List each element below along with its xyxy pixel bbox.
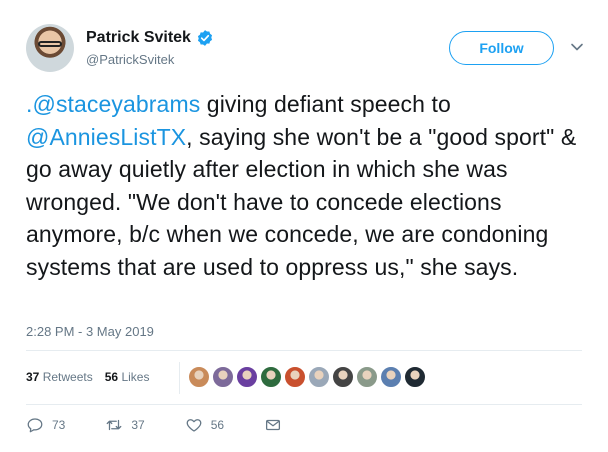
retweets-label: Retweets (42, 370, 93, 384)
stats-separator (179, 362, 180, 394)
author-name-row: Patrick Svitek (86, 29, 214, 47)
follow-button[interactable]: Follow (449, 31, 554, 65)
author-name[interactable]: Patrick Svitek (86, 29, 191, 47)
author-avatar[interactable] (26, 24, 74, 72)
liker-avatar[interactable] (212, 366, 234, 388)
liker-avatar[interactable] (404, 366, 426, 388)
liker-avatar[interactable] (260, 366, 282, 388)
liker-avatar[interactable] (284, 366, 306, 388)
liker-avatar[interactable] (236, 366, 258, 388)
retweet-action[interactable]: 37 (105, 416, 145, 434)
direct-message-action[interactable] (264, 416, 282, 434)
liker-avatar[interactable] (308, 366, 330, 388)
author-handle[interactable]: @PatrickSvitek (86, 52, 174, 67)
retweets-stat[interactable]: 37 Retweets (26, 370, 93, 384)
likes-label: Likes (121, 370, 150, 384)
tweet-card: Patrick Svitek @PatrickSvitek Follow .@s… (0, 0, 608, 452)
like-action[interactable]: 56 (185, 416, 224, 434)
liker-avatars (188, 366, 426, 388)
liker-avatar[interactable] (332, 366, 354, 388)
mention-staceyabrams[interactable]: .@staceyabrams (26, 91, 200, 117)
mention-annieslisttx[interactable]: @AnniesListTX (26, 124, 186, 150)
divider (26, 350, 582, 351)
like-count: 56 (210, 418, 225, 432)
reply-action[interactable]: 73 (26, 416, 65, 434)
verified-badge-icon (197, 30, 213, 46)
tweet-text-part1: giving defiant speech to (200, 91, 451, 117)
likes-stat[interactable]: 56 Likes (105, 370, 150, 384)
tweet-actions: 73 37 56 (26, 416, 322, 434)
reply-icon (27, 418, 43, 433)
likes-count: 56 (104, 370, 119, 384)
retweets-count: 37 (26, 370, 40, 384)
divider (26, 404, 582, 405)
avatar-glasses (38, 41, 62, 47)
chevron-down-icon[interactable] (570, 40, 584, 54)
envelope-icon (266, 419, 281, 431)
liker-avatar[interactable] (380, 366, 402, 388)
reply-count: 73 (52, 418, 66, 432)
tweet-stats: 37 Retweets 56 Likes (26, 370, 149, 384)
liker-avatar[interactable] (188, 366, 210, 388)
retweet-count: 37 (131, 418, 145, 432)
heart-icon (186, 419, 202, 432)
liker-avatar[interactable] (356, 366, 378, 388)
tweet-text: .@staceyabrams giving defiant speech to … (26, 88, 586, 283)
tweet-timestamp[interactable]: 2:28 PM - 3 May 2019 (26, 324, 154, 339)
retweet-icon (106, 419, 122, 431)
